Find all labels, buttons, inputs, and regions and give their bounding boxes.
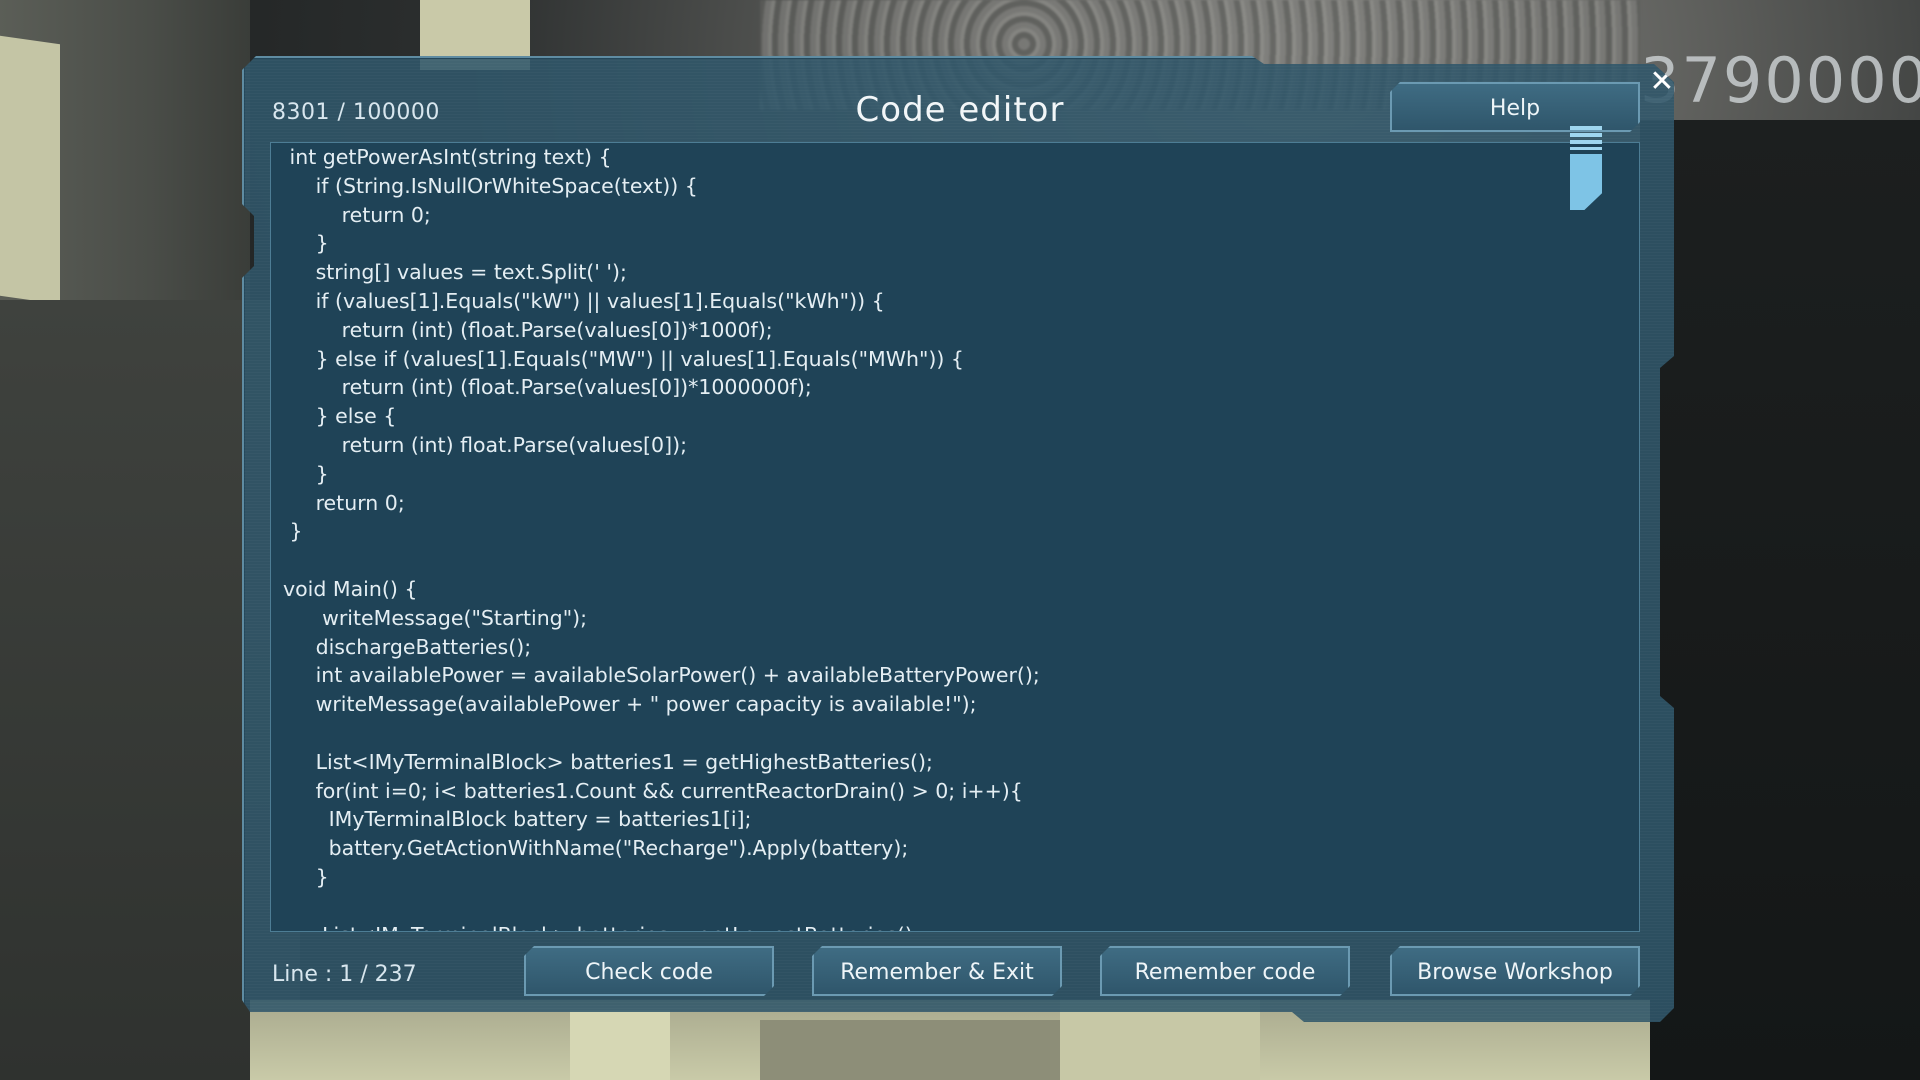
code-line: dischargeBatteries(); <box>283 634 532 659</box>
code-line: return (int) float.Parse(values[0]); <box>283 432 687 457</box>
code-line: List<IMyTerminalBlock> batteries = getLo… <box>283 921 1579 931</box>
code-line: writeMessage(availablePower + " power ca… <box>283 692 977 717</box>
pillar-left <box>0 35 60 305</box>
remember-code-button[interactable]: Remember code <box>1100 946 1350 996</box>
scroll-grip-icon[interactable] <box>1570 126 1602 150</box>
dark-space-right <box>1640 120 1920 1080</box>
code-line: List<IMyTerminalBlock> batteries1 = getH… <box>283 749 933 774</box>
line-counter: Line : 1 / 237 <box>272 962 417 987</box>
code-line: } <box>283 231 329 256</box>
code-line: } <box>283 519 303 544</box>
scroll-thumb[interactable] <box>1570 154 1602 210</box>
code-line: int availablePower = availableSolarPower… <box>283 663 1040 688</box>
code-line: writeMessage("Starting"); <box>283 605 588 630</box>
code-line: } <box>283 864 329 889</box>
code-textarea[interactable]: int getPowerAsInt(string text) { if (Str… <box>270 142 1640 932</box>
code-line: return (int) (float.Parse(values[0])*100… <box>283 317 773 342</box>
code-line: } else { <box>283 404 397 429</box>
code-line: return 0; <box>283 202 431 227</box>
code-line: } else if (values[1].Equals("MW") || val… <box>283 346 964 371</box>
hud-counter: 37900000 <box>1640 44 1920 117</box>
code-line: return (int) (float.Parse(values[0])*100… <box>283 375 812 400</box>
code-line: int getPowerAsInt(string text) { <box>283 145 612 169</box>
code-line: string[] values = text.Split(' '); <box>283 260 627 285</box>
browse-workshop-button[interactable]: Browse Workshop <box>1390 946 1640 996</box>
block-2 <box>760 1020 1060 1080</box>
check-code-button[interactable]: Check code <box>524 946 774 996</box>
code-line: void Main() { <box>283 576 418 601</box>
remember-exit-button[interactable]: Remember & Exit <box>812 946 1062 996</box>
code-line: battery.GetActionWithName("Recharge").Ap… <box>283 836 909 861</box>
code-line: if (values[1].Equals("kW") || values[1].… <box>283 288 885 313</box>
code-editor-dialog: 8301 / 100000 Code editor Help ✕ int get… <box>242 56 1674 1022</box>
block-1 <box>570 1010 670 1080</box>
help-button[interactable]: Help <box>1390 82 1640 132</box>
code-line: if (String.IsNullOrWhiteSpace(text)) { <box>283 173 698 198</box>
code-line: IMyTerminalBlock battery = batteries1[i]… <box>283 807 752 832</box>
code-line: } <box>283 461 329 486</box>
code-line: return 0; <box>283 490 405 515</box>
code-line: for(int i=0; i< batteries1.Count && curr… <box>283 778 1023 803</box>
code-content[interactable]: int getPowerAsInt(string text) { if (Str… <box>283 143 1579 931</box>
editor-scrollbar[interactable] <box>1570 126 1604 216</box>
